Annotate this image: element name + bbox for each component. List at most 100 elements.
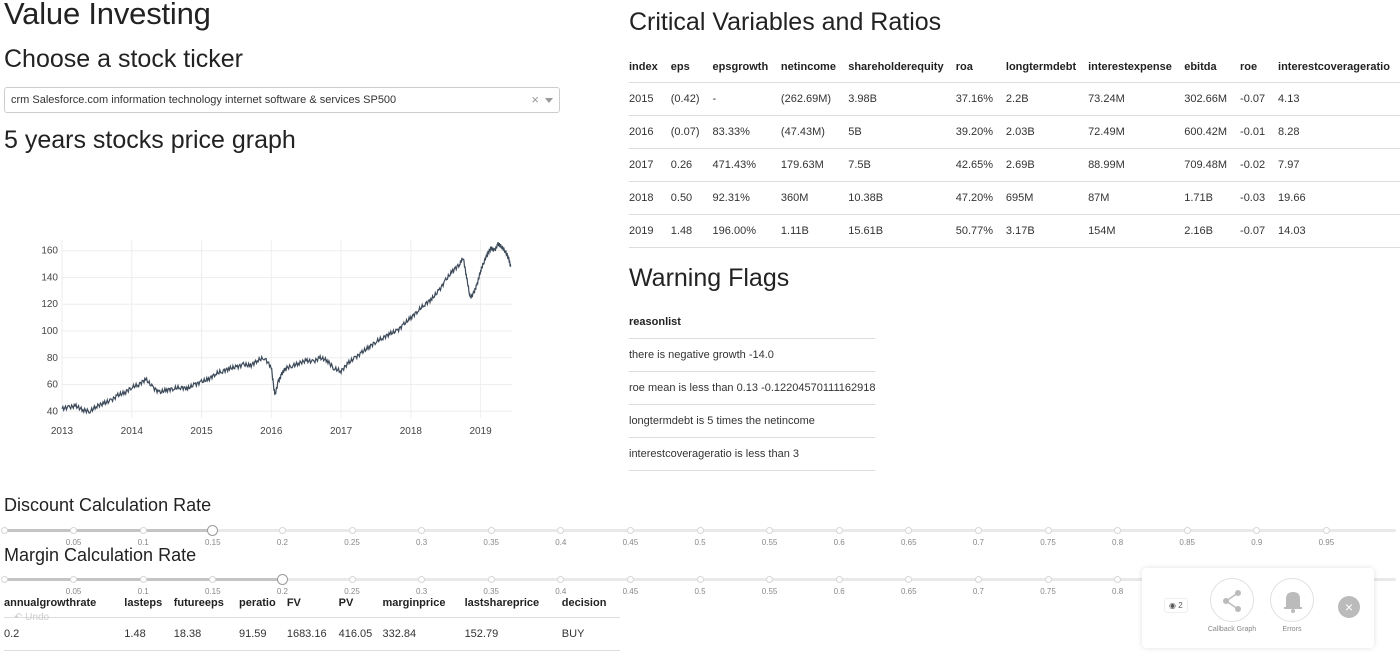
slider-dot[interactable]	[139, 576, 147, 583]
table-row: 2018 0.50 92.31% 360M 10.38B 47.20% 695M 87M 1.7…	[629, 181, 1400, 215]
ratios-heading: Critical Variables and Ratios	[629, 8, 942, 36]
margin-heading: Margin Calculation Rate	[4, 545, 197, 565]
slider-dot[interactable]	[905, 576, 913, 583]
table-cell: -0.07	[1240, 82, 1279, 116]
slider-dot[interactable]	[139, 527, 147, 534]
column-header: roe	[1240, 52, 1279, 83]
slider-dot[interactable]	[418, 576, 426, 583]
slider-dot[interactable]	[487, 527, 495, 534]
slider-mark-label: 0.9	[1251, 538, 1263, 547]
slider-mark-label: 0.25	[344, 538, 360, 547]
undo-label: Undo	[25, 612, 50, 623]
warning-flag: longtermdebt is 5 times the netincome	[629, 404, 876, 438]
table-cell: 360M	[780, 181, 849, 215]
slider-track	[4, 529, 213, 532]
table-cell: 416.05	[338, 617, 383, 651]
x-tick-label: 2013	[51, 426, 74, 437]
slider-dot[interactable]	[1183, 527, 1191, 534]
table-cell: (47.43M)	[780, 115, 849, 149]
slider-dot[interactable]	[278, 527, 286, 534]
slider-dot[interactable]	[418, 527, 426, 534]
table-cell: 2.2B	[1005, 82, 1089, 116]
column-header: interestcoverageratio	[1278, 52, 1400, 83]
column-header: lasteps	[124, 589, 174, 618]
table-cell: 2017	[629, 148, 671, 182]
stock-price-chart: 40 60 80 100 120 140 160 2013 2014 2015 2016 2017 20…	[41, 240, 512, 437]
ticker-heading: Choose a stock ticker	[4, 45, 243, 73]
slider-mark-label: 0.75	[1040, 587, 1056, 596]
column-header: decision	[561, 589, 620, 618]
page-title: Value Investing	[4, 0, 211, 31]
table-cell: -0.02	[1240, 148, 1279, 182]
table-cell: 0.26	[670, 148, 713, 182]
slider-dot[interactable]	[696, 527, 704, 534]
slider-dot[interactable]	[70, 576, 78, 583]
warning-flag: interestcoverageratio is less than 3	[629, 437, 876, 471]
table-cell: 2018	[629, 181, 671, 215]
price-series-line	[61, 242, 512, 415]
slider-dot[interactable]	[766, 527, 774, 534]
table-cell: 1683.16	[286, 617, 339, 651]
slider-dot[interactable]	[209, 576, 217, 583]
slider-dot[interactable]	[974, 576, 982, 583]
column-header: PV	[338, 589, 383, 618]
slider-dot[interactable]	[835, 527, 843, 534]
slider-dot[interactable]	[1114, 576, 1122, 583]
ratios-table: index eps epsgrowth netincome shareholderequ…	[629, 52, 1400, 248]
table-cell: 15.61B	[848, 214, 956, 248]
slider-dot[interactable]	[1114, 527, 1122, 534]
slider-dot[interactable]	[557, 576, 565, 583]
column-header: FV	[286, 589, 339, 618]
slider-dot[interactable]	[348, 576, 356, 583]
slider-mark-label: 0.8	[1112, 538, 1124, 547]
undo-button[interactable]: ↶ Undo	[14, 612, 49, 623]
slider-handle[interactable]	[207, 525, 219, 536]
table-cell: 1.48	[670, 214, 713, 248]
server-icon: ◉	[1169, 601, 1176, 610]
slider-mark-label: 0.4	[555, 538, 567, 547]
y-tick-label: 100	[41, 326, 58, 337]
slider-dot[interactable]	[1322, 527, 1330, 534]
slider-dot[interactable]	[1253, 527, 1261, 534]
table-cell: -0.03	[1240, 181, 1279, 215]
slider-dot[interactable]	[0, 527, 8, 534]
table-cell: 18.38	[173, 617, 240, 651]
slider-dot[interactable]	[974, 527, 982, 534]
table-row: 2015 (0.42) - (262.69M) 3.98B 37.16% 2.2B 73.24…	[629, 82, 1400, 116]
table-cell: 0.50	[670, 181, 713, 215]
close-icon[interactable]: ×	[1338, 596, 1360, 618]
slider-mark-label: 0.85	[1179, 538, 1195, 547]
slider-dot[interactable]	[766, 576, 774, 583]
column-header: interestexpense	[1088, 52, 1185, 83]
table-row: 2016 (0.07) 83.33% (47.43M) 5B 39.20% 2.03B 72.…	[629, 115, 1400, 149]
table-cell: 7.5B	[848, 148, 956, 182]
share-icon	[1223, 590, 1241, 612]
slider-handle[interactable]	[276, 574, 288, 585]
slider-dot[interactable]	[1044, 527, 1052, 534]
x-tick-label: 2017	[330, 426, 353, 437]
table-cell: 695M	[1005, 181, 1089, 215]
slider-dot[interactable]	[487, 576, 495, 583]
table-cell: 2016	[629, 115, 671, 149]
y-tick-label: 120	[41, 299, 58, 310]
slider-dot[interactable]	[1044, 576, 1052, 583]
table-cell: 7.97	[1278, 148, 1400, 182]
y-tick-label: 40	[47, 406, 59, 417]
slider-dot[interactable]	[626, 576, 634, 583]
clear-icon[interactable]: ×	[531, 92, 539, 107]
table-cell: 47.20%	[955, 181, 1006, 215]
slider-mark-label: 0.5	[694, 538, 706, 547]
slider-dot[interactable]	[626, 527, 634, 534]
ticker-dropdown[interactable]: crm Salesforce.com information technolog…	[4, 87, 560, 113]
slider-dot[interactable]	[696, 576, 704, 583]
callback-graph-button[interactable]	[1210, 578, 1254, 622]
slider-dot[interactable]	[905, 527, 913, 534]
slider-dot[interactable]	[557, 527, 565, 534]
slider-dot[interactable]	[0, 576, 8, 583]
slider-mark-label: 0.45	[622, 538, 639, 547]
errors-button[interactable]	[1270, 578, 1314, 622]
slider-dot[interactable]	[835, 576, 843, 583]
slider-dot[interactable]	[348, 527, 356, 534]
chevron-down-icon[interactable]	[545, 98, 553, 103]
slider-dot[interactable]	[70, 527, 78, 534]
